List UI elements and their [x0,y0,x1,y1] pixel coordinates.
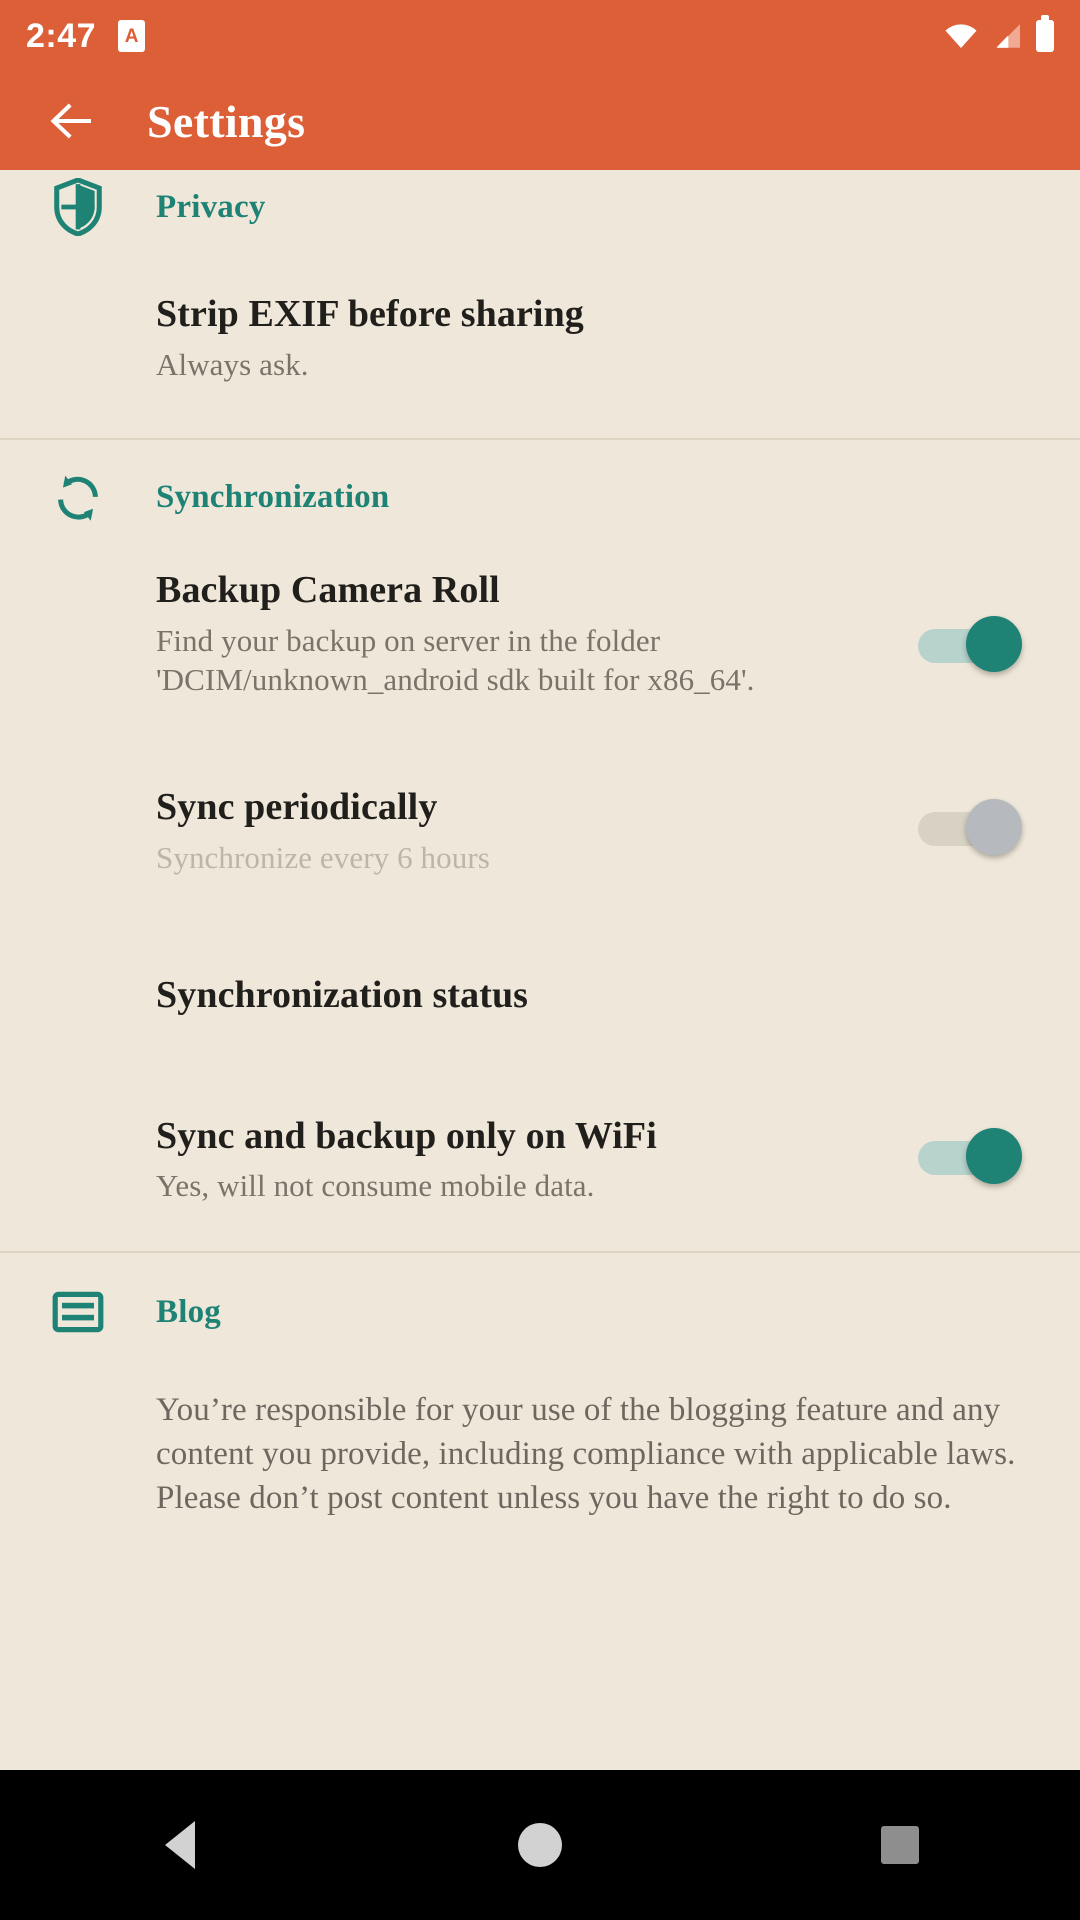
section-header-synchronization: Synchronization [0,440,1080,521]
row-strip-exif-text: Strip EXIF before sharing Always ask. [156,292,1040,384]
row-sync-only-wifi-control [900,1114,1040,1184]
section-title-blog: Blog [156,1293,221,1330]
app-bar: Settings [0,72,1080,170]
nav-back-button[interactable] [120,1770,240,1920]
cell-signal-icon [996,24,1020,48]
back-triangle-icon [165,1821,195,1869]
section-title-synchronization: Synchronization [156,479,390,516]
row-sync-periodically-text: Sync periodically Synchronize every 6 ho… [156,785,900,877]
section-blog: Blog You’re responsible for your use of … [0,1253,1080,1521]
switch-thumb [966,798,1022,855]
row-strip-exif-title: Strip EXIF before sharing [156,293,584,335]
row-strip-exif[interactable]: Strip EXIF before sharing Always ask. [0,234,1080,438]
row-sync-periodically-control [900,785,1040,855]
back-arrow-icon[interactable] [44,94,98,148]
section-synchronization: Synchronization Backup Camera Roll Find … [0,440,1080,1252]
row-sync-only-wifi[interactable]: Sync and backup only on WiFi Yes, will n… [0,1070,1080,1252]
row-sync-only-wifi-text: Sync and backup only on WiFi Yes, will n… [156,1114,900,1206]
recents-square-icon [881,1826,919,1864]
section-privacy: Privacy Strip EXIF before sharing Always… [0,170,1080,438]
row-backup-camera-roll-title: Backup Camera Roll [156,568,500,611]
blog-disclaimer-text: You’re responsible for your use of the b… [156,1392,1016,1517]
section-title-privacy: Privacy [156,188,266,225]
status-bar-clock: 2:47 [26,16,97,55]
shield-icon [40,178,116,236]
status-bar-indicators [944,15,1054,52]
home-circle-icon [518,1823,562,1867]
android-navigation-bar [0,1770,1080,1920]
row-strip-exif-subtitle: Always ask. [156,346,309,382]
row-backup-camera-roll[interactable]: Backup Camera Roll Find your backup on s… [0,512,1080,735]
page-title: Settings [147,95,306,147]
switch-sync-only-wifi[interactable] [918,1127,1022,1184]
row-backup-camera-roll-text: Backup Camera Roll Find your backup on s… [156,568,900,699]
wifi-icon [945,24,977,49]
switch-thumb [966,615,1022,672]
row-sync-only-wifi-title: Sync and backup only on WiFi [156,1114,657,1157]
nav-recents-button[interactable] [840,1770,960,1920]
switch-sync-periodically[interactable] [918,798,1022,855]
row-sync-periodically-subtitle: Synchronize every 6 hours [156,839,490,875]
row-synchronization-status[interactable]: Synchronization status [0,921,1080,1070]
settings-scroll-area[interactable]: Privacy Strip EXIF before sharing Always… [0,170,1080,1770]
switch-thumb [966,1127,1022,1184]
section-header-blog: Blog [0,1253,1080,1333]
row-synchronization-status-text: Synchronization status [156,973,1040,1018]
row-synchronization-status-title: Synchronization status [156,973,529,1016]
section-header-privacy: Privacy [0,170,1080,236]
app-notification-letter: A [124,25,139,47]
row-sync-periodically-title: Sync periodically [156,785,438,828]
article-icon [40,1290,116,1334]
row-sync-only-wifi-subtitle: Yes, will not consume mobile data. [156,1168,595,1204]
status-bar: 2:47 A [0,0,1080,72]
row-backup-camera-roll-control [900,568,1040,672]
nav-home-button[interactable] [480,1770,600,1920]
row-backup-camera-roll-subtitle: Find your backup on server in the folder… [156,622,755,697]
switch-backup-camera-roll[interactable] [918,615,1022,672]
app-notification-icon: A [118,20,146,52]
battery-icon [1036,15,1054,52]
row-sync-periodically[interactable]: Sync periodically Synchronize every 6 ho… [0,735,1080,921]
